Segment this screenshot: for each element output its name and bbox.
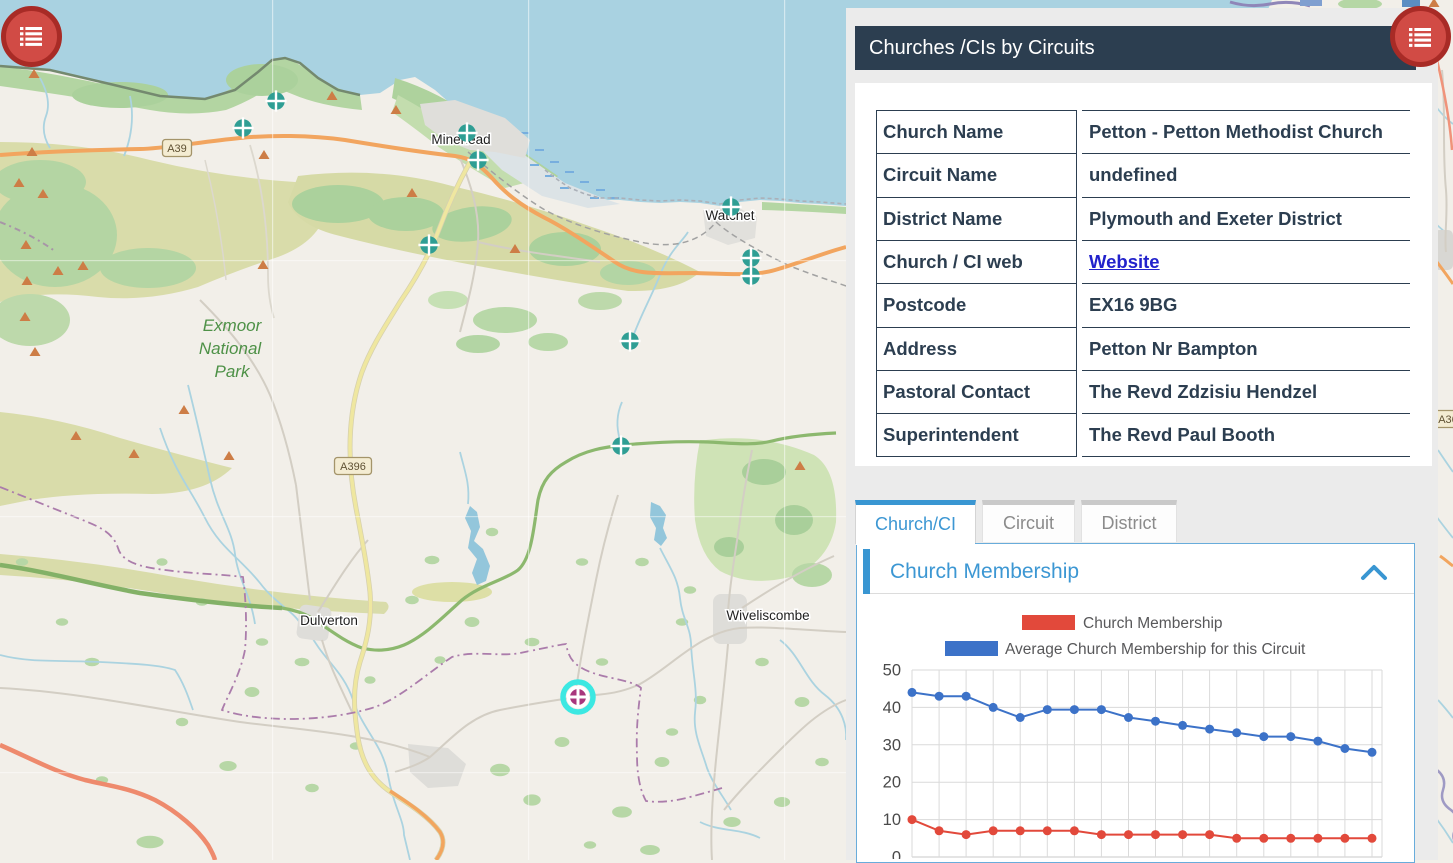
svg-text:Dulverton: Dulverton (300, 613, 358, 628)
svg-text:A39: A39 (167, 143, 187, 155)
svg-text:National: National (199, 339, 263, 358)
svg-text:Exmoor: Exmoor (203, 316, 263, 335)
svg-text:50: 50 (883, 662, 901, 680)
svg-text:40: 40 (883, 699, 901, 717)
svg-text:0: 0 (892, 849, 901, 860)
svg-text:20: 20 (883, 774, 901, 792)
svg-text:Average Church Membership for: Average Church Membership for this Circu… (1005, 641, 1306, 658)
svg-text:10: 10 (883, 811, 901, 829)
svg-text:Park: Park (215, 362, 251, 381)
svg-text:30: 30 (883, 736, 901, 754)
svg-text:A36: A36 (1438, 414, 1453, 426)
svg-text:A396: A396 (340, 461, 366, 473)
svg-text:Wiveliscombe: Wiveliscombe (726, 608, 809, 623)
svg-text:Church Membership: Church Membership (1083, 615, 1223, 632)
